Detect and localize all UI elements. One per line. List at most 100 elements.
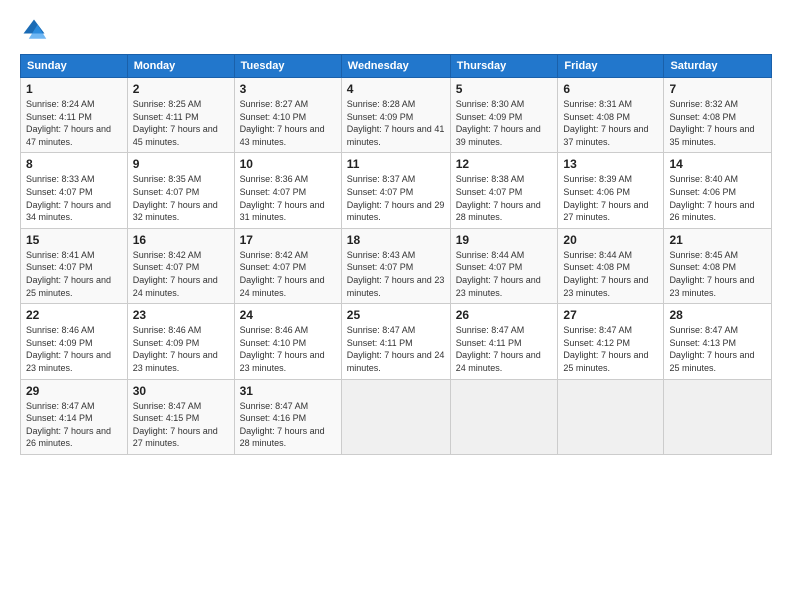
calendar-body: 1 Sunrise: 8:24 AMSunset: 4:11 PMDaylight… xyxy=(21,78,772,455)
day-info: Sunrise: 8:39 AMSunset: 4:06 PMDaylight:… xyxy=(563,173,658,223)
calendar-cell: 2 Sunrise: 8:25 AMSunset: 4:11 PMDaylight… xyxy=(127,78,234,153)
day-info: Sunrise: 8:30 AMSunset: 4:09 PMDaylight:… xyxy=(456,98,553,148)
weekday-wednesday: Wednesday xyxy=(341,55,450,78)
day-info: Sunrise: 8:47 AMSunset: 4:11 PMDaylight:… xyxy=(347,324,445,374)
calendar-cell xyxy=(341,379,450,454)
day-number: 29 xyxy=(26,384,122,398)
calendar-cell: 31 Sunrise: 8:47 AMSunset: 4:16 PMDayligh… xyxy=(234,379,341,454)
weekday-friday: Friday xyxy=(558,55,664,78)
day-number: 17 xyxy=(240,233,336,247)
day-info: Sunrise: 8:32 AMSunset: 4:08 PMDaylight:… xyxy=(669,98,766,148)
day-number: 21 xyxy=(669,233,766,247)
calendar-week-4: 22 Sunrise: 8:46 AMSunset: 4:09 PMDayligh… xyxy=(21,304,772,379)
day-number: 20 xyxy=(563,233,658,247)
day-number: 3 xyxy=(240,82,336,96)
calendar-cell xyxy=(558,379,664,454)
day-number: 10 xyxy=(240,157,336,171)
calendar-week-2: 8 Sunrise: 8:33 AMSunset: 4:07 PMDaylight… xyxy=(21,153,772,228)
day-info: Sunrise: 8:44 AMSunset: 4:08 PMDaylight:… xyxy=(563,249,658,299)
calendar-cell: 3 Sunrise: 8:27 AMSunset: 4:10 PMDaylight… xyxy=(234,78,341,153)
day-number: 15 xyxy=(26,233,122,247)
calendar-cell: 10 Sunrise: 8:36 AMSunset: 4:07 PMDayligh… xyxy=(234,153,341,228)
day-number: 5 xyxy=(456,82,553,96)
day-number: 9 xyxy=(133,157,229,171)
day-number: 31 xyxy=(240,384,336,398)
day-info: Sunrise: 8:37 AMSunset: 4:07 PMDaylight:… xyxy=(347,173,445,223)
day-info: Sunrise: 8:35 AMSunset: 4:07 PMDaylight:… xyxy=(133,173,229,223)
calendar-cell: 20 Sunrise: 8:44 AMSunset: 4:08 PMDayligh… xyxy=(558,228,664,303)
day-number: 24 xyxy=(240,308,336,322)
calendar-cell: 14Sunrise: 8:40 AMSunset: 4:06 PMDayligh… xyxy=(664,153,772,228)
day-number: 4 xyxy=(347,82,445,96)
day-info: Sunrise: 8:24 AMSunset: 4:11 PMDaylight:… xyxy=(26,98,122,148)
day-number: 2 xyxy=(133,82,229,96)
day-info: Sunrise: 8:25 AMSunset: 4:11 PMDaylight:… xyxy=(133,98,229,148)
day-number: 14 xyxy=(669,157,766,171)
weekday-header-row: SundayMondayTuesdayWednesdayThursdayFrid… xyxy=(21,55,772,78)
day-info: Sunrise: 8:41 AMSunset: 4:07 PMDaylight:… xyxy=(26,249,122,299)
day-info: Sunrise: 8:28 AMSunset: 4:09 PMDaylight:… xyxy=(347,98,445,148)
day-number: 6 xyxy=(563,82,658,96)
logo-icon xyxy=(20,16,48,44)
day-info: Sunrise: 8:47 AMSunset: 4:16 PMDaylight:… xyxy=(240,400,336,450)
day-number: 11 xyxy=(347,157,445,171)
weekday-saturday: Saturday xyxy=(664,55,772,78)
calendar-cell: 28 Sunrise: 8:47 AMSunset: 4:13 PMDayligh… xyxy=(664,304,772,379)
weekday-thursday: Thursday xyxy=(450,55,558,78)
calendar-cell: 23 Sunrise: 8:46 AMSunset: 4:09 PMDayligh… xyxy=(127,304,234,379)
day-info: Sunrise: 8:46 AMSunset: 4:10 PMDaylight:… xyxy=(240,324,336,374)
day-info: Sunrise: 8:31 AMSunset: 4:08 PMDaylight:… xyxy=(563,98,658,148)
calendar-cell: 12 Sunrise: 8:38 AMSunset: 4:07 PMDayligh… xyxy=(450,153,558,228)
day-info: Sunrise: 8:33 AMSunset: 4:07 PMDaylight:… xyxy=(26,173,122,223)
calendar-week-5: 29 Sunrise: 8:47 AMSunset: 4:14 PMDayligh… xyxy=(21,379,772,454)
calendar-cell: 11 Sunrise: 8:37 AMSunset: 4:07 PMDayligh… xyxy=(341,153,450,228)
day-info: Sunrise: 8:46 AMSunset: 4:09 PMDaylight:… xyxy=(133,324,229,374)
day-number: 7 xyxy=(669,82,766,96)
weekday-tuesday: Tuesday xyxy=(234,55,341,78)
calendar-cell: 16Sunrise: 8:42 AMSunset: 4:07 PMDayligh… xyxy=(127,228,234,303)
day-number: 19 xyxy=(456,233,553,247)
day-info: Sunrise: 8:27 AMSunset: 4:10 PMDaylight:… xyxy=(240,98,336,148)
page: SundayMondayTuesdayWednesdayThursdayFrid… xyxy=(0,0,792,612)
day-number: 26 xyxy=(456,308,553,322)
calendar-cell xyxy=(450,379,558,454)
day-info: Sunrise: 8:38 AMSunset: 4:07 PMDaylight:… xyxy=(456,173,553,223)
calendar-week-1: 1 Sunrise: 8:24 AMSunset: 4:11 PMDaylight… xyxy=(21,78,772,153)
day-info: Sunrise: 8:46 AMSunset: 4:09 PMDaylight:… xyxy=(26,324,122,374)
calendar-cell: 4 Sunrise: 8:28 AMSunset: 4:09 PMDaylight… xyxy=(341,78,450,153)
header xyxy=(20,16,772,44)
calendar-cell: 7 Sunrise: 8:32 AMSunset: 4:08 PMDaylight… xyxy=(664,78,772,153)
day-number: 18 xyxy=(347,233,445,247)
day-number: 27 xyxy=(563,308,658,322)
calendar-week-3: 15 Sunrise: 8:41 AMSunset: 4:07 PMDayligh… xyxy=(21,228,772,303)
day-info: Sunrise: 8:44 AMSunset: 4:07 PMDaylight:… xyxy=(456,249,553,299)
calendar-cell: 24 Sunrise: 8:46 AMSunset: 4:10 PMDayligh… xyxy=(234,304,341,379)
day-info: Sunrise: 8:36 AMSunset: 4:07 PMDaylight:… xyxy=(240,173,336,223)
calendar-cell: 21 Sunrise: 8:45 AMSunset: 4:08 PMDayligh… xyxy=(664,228,772,303)
day-info: Sunrise: 8:47 AMSunset: 4:12 PMDaylight:… xyxy=(563,324,658,374)
calendar-cell: 8 Sunrise: 8:33 AMSunset: 4:07 PMDaylight… xyxy=(21,153,128,228)
day-number: 30 xyxy=(133,384,229,398)
day-info: Sunrise: 8:47 AMSunset: 4:15 PMDaylight:… xyxy=(133,400,229,450)
day-number: 8 xyxy=(26,157,122,171)
day-number: 13 xyxy=(563,157,658,171)
day-number: 16 xyxy=(133,233,229,247)
day-info: Sunrise: 8:47 AMSunset: 4:13 PMDaylight:… xyxy=(669,324,766,374)
day-info: Sunrise: 8:43 AMSunset: 4:07 PMDaylight:… xyxy=(347,249,445,299)
calendar-cell: 30 Sunrise: 8:47 AMSunset: 4:15 PMDayligh… xyxy=(127,379,234,454)
calendar-cell: 29 Sunrise: 8:47 AMSunset: 4:14 PMDayligh… xyxy=(21,379,128,454)
day-info: Sunrise: 8:45 AMSunset: 4:08 PMDaylight:… xyxy=(669,249,766,299)
day-info: Sunrise: 8:47 AMSunset: 4:14 PMDaylight:… xyxy=(26,400,122,450)
calendar-cell: 6 Sunrise: 8:31 AMSunset: 4:08 PMDaylight… xyxy=(558,78,664,153)
day-info: Sunrise: 8:47 AMSunset: 4:11 PMDaylight:… xyxy=(456,324,553,374)
day-number: 1 xyxy=(26,82,122,96)
day-number: 25 xyxy=(347,308,445,322)
calendar-cell: 15 Sunrise: 8:41 AMSunset: 4:07 PMDayligh… xyxy=(21,228,128,303)
logo xyxy=(20,16,52,44)
day-number: 23 xyxy=(133,308,229,322)
day-number: 12 xyxy=(456,157,553,171)
calendar-cell: 17 Sunrise: 8:42 AMSunset: 4:07 PMDayligh… xyxy=(234,228,341,303)
day-info: Sunrise: 8:42 AMSunset: 4:07 PMDaylight:… xyxy=(240,249,336,299)
day-number: 22 xyxy=(26,308,122,322)
day-number: 28 xyxy=(669,308,766,322)
